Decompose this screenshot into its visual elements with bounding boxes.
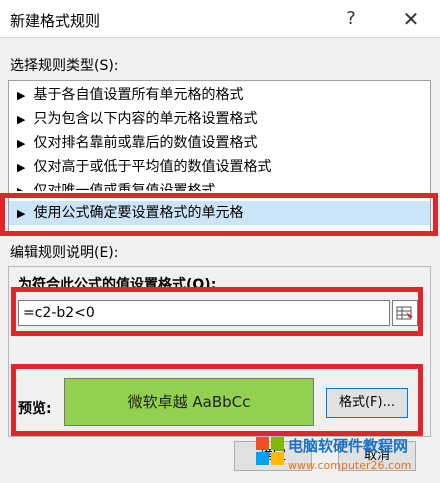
rule-type-label: 选择规则类型(S):	[10, 58, 119, 74]
arrow-icon: ▶	[17, 113, 26, 126]
rule-item-cell-contains[interactable]: ▶ 只为包含以下内容的单元格设置格式	[9, 107, 430, 131]
edit-rule-label: 编辑规则说明(E):	[10, 245, 119, 261]
arrow-icon: ▶	[17, 161, 26, 174]
rule-item-label: 基于各自值设置所有单元格的格式	[33, 87, 244, 103]
help-button[interactable]: ?	[336, 4, 366, 34]
dialog-title: 新建格式规则	[10, 12, 101, 30]
rule-item-top-bottom[interactable]: ▶ 仅对排名靠前或靠后的数值设置格式	[9, 131, 430, 155]
rule-item-label: 仅对高于或低于平均值的数值设置格式	[33, 159, 272, 175]
windows-logo-icon	[256, 437, 284, 465]
watermark: 电脑软硬件教程网 www.computer26.com	[256, 433, 440, 483]
title-bar: 新建格式规则 ? ✕	[0, 0, 440, 38]
highlight-box-rule-type	[0, 193, 438, 236]
highlight-box-preview	[11, 364, 423, 436]
watermark-text: 电脑软硬件教程网	[288, 437, 409, 455]
rule-item-unique-duplicate[interactable]: ▶ 仅对唯一值或重复值设置格式	[9, 179, 430, 191]
close-button[interactable]: ✕	[394, 4, 428, 34]
arrow-icon: ▶	[17, 185, 25, 191]
arrow-icon: ▶	[17, 137, 26, 150]
highlight-box-formula	[11, 287, 423, 336]
rule-item-above-below-average[interactable]: ▶ 仅对高于或低于平均值的数值设置格式	[9, 155, 430, 179]
rule-item-label: 仅对排名靠前或靠后的数值设置格式	[33, 135, 258, 151]
arrow-icon: ▶	[17, 89, 26, 102]
rule-item-label: 仅对唯一值或重复值设置格式	[33, 183, 216, 191]
watermark-url: www.computer26.com	[288, 459, 412, 472]
rule-item-color-scale[interactable]: ▶ 基于各自值设置所有单元格的格式	[9, 83, 430, 107]
rule-item-label: 只为包含以下内容的单元格设置格式	[33, 111, 258, 127]
